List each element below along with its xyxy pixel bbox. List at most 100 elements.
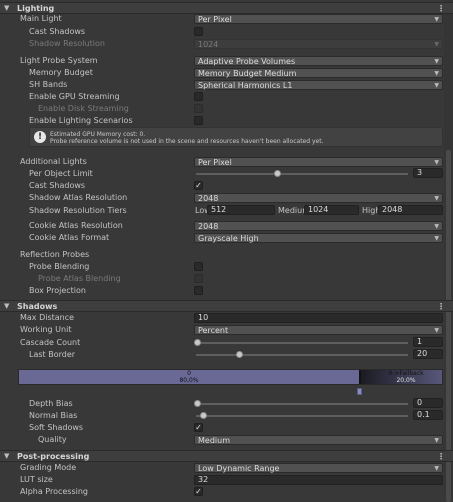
memory-budget-dropdown[interactable]: Memory Budget Medium ▼ [194, 68, 443, 78]
per-object-limit-field[interactable]: 3 [413, 168, 443, 178]
gpu-streaming-label: Enable GPU Streaming [29, 92, 120, 101]
tier-medium-field[interactable]: 1024 [304, 205, 359, 215]
dropdown-arrow-icon: ▼ [434, 235, 439, 242]
working-unit-dropdown[interactable]: Percent ▼ [194, 325, 443, 335]
dropdown-arrow-icon: ▼ [434, 327, 439, 334]
last-border-slider-handle[interactable] [236, 351, 243, 358]
resolution-tiers-label: Shadow Resolution Tiers [29, 206, 127, 215]
section-title: Shadows [17, 302, 58, 311]
normal-bias-field[interactable]: 0.1 [413, 410, 443, 420]
box-projection-checkbox[interactable] [194, 286, 203, 295]
kebab-menu-icon[interactable]: ⋮ [437, 301, 445, 312]
per-object-limit-slider-handle[interactable] [274, 170, 281, 177]
memory-budget-label: Memory Budget [29, 68, 93, 77]
dropdown-value: Memory Budget Medium [198, 69, 297, 78]
sh-bands-dropdown[interactable]: Spherical Harmonics L1 ▼ [194, 80, 443, 90]
reflection-probes-label: Reflection Probes [20, 250, 90, 259]
collapse-arrow-icon[interactable]: ▼ [4, 452, 9, 460]
disk-streaming-checkbox [194, 104, 203, 113]
soft-shadows-checkbox[interactable]: ✓ [194, 423, 203, 432]
cascade-count-slider-track[interactable] [196, 342, 408, 344]
depth-bias-slider-track[interactable] [196, 403, 408, 405]
dropdown-value: Medium [198, 436, 230, 445]
additional-lights-dropdown[interactable]: Per Pixel ▼ [194, 157, 443, 167]
normal-bias-label: Normal Bias [29, 411, 78, 420]
sh-bands-label: SH Bands [29, 80, 68, 89]
cascade-divider[interactable] [359, 370, 361, 384]
atlas-resolution-dropdown[interactable]: 2048 ▼ [194, 193, 443, 203]
tier-high-field[interactable]: 2048 [378, 205, 443, 215]
collapse-arrow-icon[interactable]: ▼ [4, 4, 9, 12]
probe-blending-checkbox[interactable] [194, 262, 203, 271]
cookie-atlas-format-label: Cookie Atlas Format [29, 233, 110, 242]
dropdown-value: 2048 [198, 194, 219, 203]
cascade-split-bar[interactable]: 0 80,0% 0->Fallback 20,0% [18, 369, 443, 385]
cookie-atlas-format-dropdown[interactable]: Grayscale High ▼ [194, 233, 443, 243]
dropdown-arrow-icon: ▼ [434, 58, 439, 65]
dropdown-arrow-icon: ▼ [434, 465, 439, 472]
section-title: Post-processing [17, 452, 90, 461]
lut-size-field[interactable]: 32 [194, 475, 443, 485]
probe-system-dropdown[interactable]: Adaptive Probe Volumes ▼ [194, 56, 443, 66]
per-object-limit-slider-track[interactable] [196, 173, 408, 175]
main-light-dropdown[interactable]: Per Pixel ▼ [194, 14, 443, 24]
cascade-fallback-percent: 20,0% [396, 377, 416, 384]
dropdown-arrow-icon: ▼ [434, 41, 439, 48]
alpha-processing-checkbox[interactable]: ✓ [194, 487, 203, 496]
dropdown-arrow-icon: ▼ [434, 16, 439, 23]
probe-atlas-blending-checkbox [194, 274, 203, 283]
per-object-limit-label: Per Object Limit [29, 169, 93, 178]
add-cast-shadows-checkbox[interactable]: ✓ [194, 181, 203, 190]
probe-system-label: Light Probe System [20, 56, 98, 65]
last-border-slider-track[interactable] [196, 354, 408, 356]
additional-lights-label: Additional Lights [20, 157, 87, 166]
max-distance-label: Max Distance [20, 313, 75, 322]
working-unit-label: Working Unit [20, 325, 72, 334]
probe-atlas-blending-label: Probe Atlas Blending [38, 274, 121, 283]
probe-blending-label: Probe Blending [29, 262, 90, 271]
dropdown-value: Low Dynamic Range [198, 464, 280, 473]
cascade-segment-0-percent: 80,0% [179, 377, 199, 384]
disk-streaming-label: Enable Disk Streaming [38, 104, 129, 113]
add-cast-shadows-label: Cast Shadows [29, 181, 86, 190]
dropdown-value: Percent [198, 326, 229, 335]
dropdown-arrow-icon: ▼ [434, 223, 439, 230]
dropdown-value: Adaptive Probe Volumes [198, 57, 296, 66]
cascade-split-handle[interactable] [357, 388, 362, 395]
post-processing-section-header[interactable]: ▼ Post-processing ⋮ [0, 450, 453, 462]
collapse-arrow-icon[interactable]: ▼ [4, 302, 9, 310]
lut-size-label: LUT size [20, 475, 53, 484]
dropdown-value: Spherical Harmonics L1 [198, 81, 293, 90]
kebab-menu-icon[interactable]: ⋮ [437, 451, 445, 462]
lighting-scenarios-checkbox[interactable] [194, 116, 203, 125]
cascade-count-label: Cascade Count [20, 338, 81, 347]
dropdown-arrow-icon: ▼ [434, 159, 439, 166]
last-border-field[interactable]: 20 [413, 349, 443, 359]
gpu-streaming-checkbox[interactable] [194, 92, 203, 101]
dropdown-value: Per Pixel [198, 158, 232, 167]
dropdown-value: Grayscale High [198, 234, 259, 243]
dropdown-value: 2048 [198, 222, 219, 231]
max-distance-field[interactable]: 10 [194, 313, 443, 323]
normal-bias-slider-track[interactable] [196, 415, 408, 417]
depth-bias-slider-handle[interactable] [194, 400, 201, 407]
cookie-atlas-resolution-dropdown[interactable]: 2048 ▼ [194, 221, 443, 231]
cast-shadows-checkbox[interactable] [194, 27, 203, 36]
dropdown-arrow-icon: ▼ [434, 70, 439, 77]
lighting-section-header[interactable]: ▼ Lighting ⋮ [0, 2, 453, 14]
dropdown-value: Per Pixel [198, 15, 232, 24]
atlas-resolution-label: Shadow Atlas Resolution [29, 193, 128, 202]
cascade-count-field[interactable]: 1 [413, 337, 443, 347]
dropdown-value: 1024 [198, 40, 219, 49]
depth-bias-field[interactable]: 0 [413, 398, 443, 408]
dropdown-arrow-icon: ▼ [434, 82, 439, 89]
main-light-label: Main Light [20, 14, 62, 23]
grading-mode-dropdown[interactable]: Low Dynamic Range ▼ [194, 463, 443, 473]
quality-dropdown[interactable]: Medium ▼ [194, 435, 443, 445]
tier-low-field[interactable]: 512 [207, 205, 275, 215]
shadows-section-header[interactable]: ▼ Shadows ⋮ [0, 300, 453, 312]
kebab-menu-icon[interactable]: ⋮ [437, 3, 445, 14]
dropdown-arrow-icon: ▼ [434, 195, 439, 202]
normal-bias-slider-handle[interactable] [200, 412, 207, 419]
cascade-count-slider-handle[interactable] [194, 339, 201, 346]
